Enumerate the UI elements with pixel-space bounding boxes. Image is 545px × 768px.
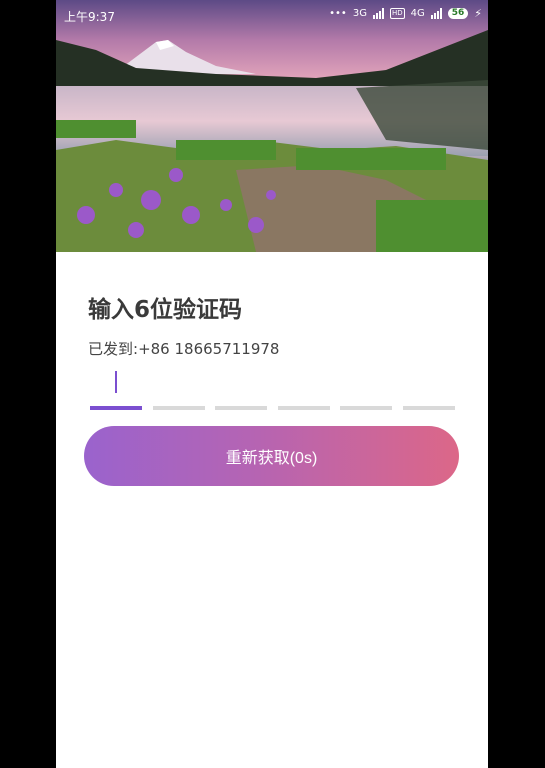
code-input-cursor[interactable]: [115, 371, 117, 393]
network-4g-label: 4G: [410, 8, 425, 19]
network-3g-label: 3G: [352, 8, 367, 19]
phone-number: +86 18665711978: [138, 340, 280, 358]
status-icons: ••• 3G HD 4G 56 ⚡: [329, 7, 482, 20]
signal-4g-icon: [430, 8, 442, 19]
code-digit-slot[interactable]: [277, 406, 330, 410]
sent-prefix: 已发到:: [88, 340, 139, 358]
code-digit-slot[interactable]: [90, 406, 142, 410]
hd-badge: HD: [389, 8, 405, 19]
code-digit-slot[interactable]: [215, 406, 267, 410]
status-bar: 上午9:37 ••• 3G HD 4G 56 ⚡: [56, 0, 488, 30]
status-time: 上午9:37: [64, 10, 115, 24]
code-digit-slot[interactable]: [402, 406, 455, 410]
more-dots-icon: •••: [329, 8, 347, 19]
signal-icon: [372, 8, 384, 19]
header-landscape-image: 上午9:37 ••• 3G HD 4G 56 ⚡: [56, 0, 488, 252]
charging-icon: ⚡: [474, 7, 482, 20]
code-digit-slot[interactable]: [340, 406, 392, 410]
code-digit-slot[interactable]: [152, 406, 205, 410]
resend-code-button[interactable]: 重新获取(0s): [84, 426, 459, 486]
sent-to-text: 已发到:+86 18665711978: [88, 338, 279, 359]
battery-icon: 56: [447, 8, 469, 19]
landscape-illustration: [56, 0, 488, 252]
phone-screen: 上午9:37 ••• 3G HD 4G 56 ⚡ 输入6位验证码 已发到:+86…: [56, 0, 488, 768]
page-title: 输入6位验证码: [88, 297, 243, 323]
